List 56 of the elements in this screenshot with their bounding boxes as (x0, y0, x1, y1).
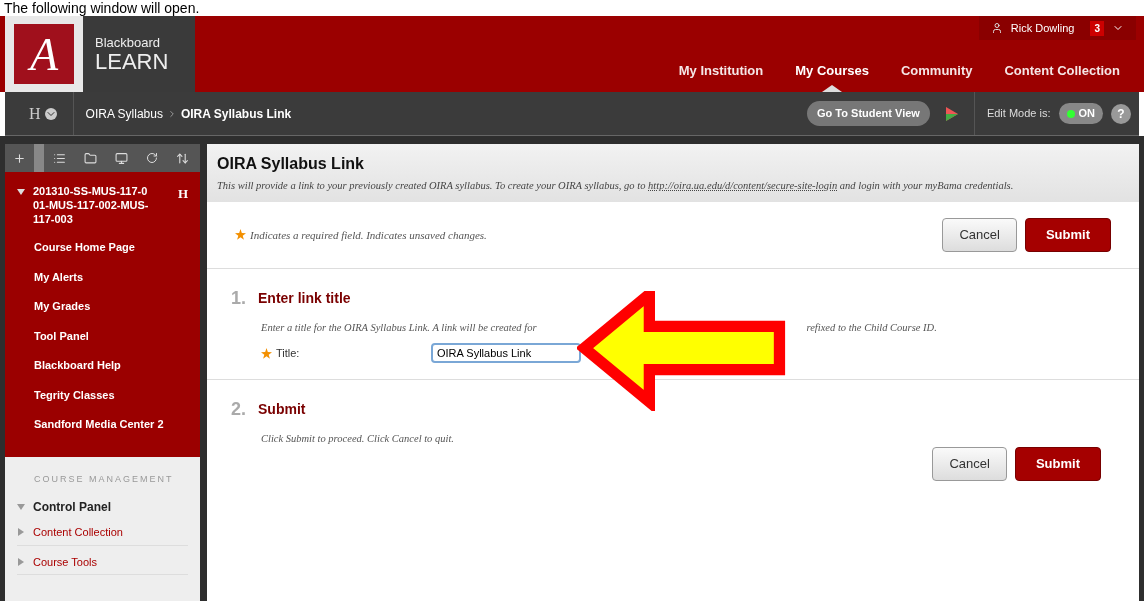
list-icon[interactable] (53, 151, 66, 165)
step-title: Enter link title (258, 288, 351, 308)
breadcrumb-item: OIRA Syllabus Link (180, 105, 292, 123)
course-menu-item[interactable]: Tool Panel (17, 327, 188, 344)
course-menu-item[interactable]: Sandford Media Center 2 (17, 416, 188, 433)
step-number: 2. (231, 398, 246, 422)
title-input-field[interactable]: OIRA Syllabus Link (431, 343, 581, 364)
home-letter[interactable]: H (29, 101, 41, 126)
edit-mode-toggle[interactable]: ON (1058, 103, 1103, 124)
control-panel-label[interactable]: Control Panel (33, 498, 111, 516)
monitor-icon[interactable] (115, 151, 128, 165)
required-star-icon (235, 229, 246, 241)
nav-tab[interactable]: Content Collection (1004, 60, 1120, 92)
collapse-triangle-icon[interactable] (17, 188, 25, 196)
submit-button[interactable]: Submit (1024, 218, 1111, 252)
required-note: Indicates a required field. Indicates unsaved changes. (250, 227, 487, 243)
course-letter: H (177, 185, 188, 203)
menu-caret-icon[interactable] (44, 107, 57, 120)
notification-count[interactable]: 3 (1090, 20, 1104, 36)
refresh-icon[interactable] (146, 152, 158, 164)
control-panel-item[interactable]: Course Tools (33, 553, 97, 570)
course-menu-item[interactable]: Tegrity Classes (17, 386, 188, 403)
toolbar-separator (34, 144, 44, 172)
folder-icon[interactable] (84, 151, 97, 165)
user-icon (990, 22, 1003, 34)
step-number: 1. (231, 286, 246, 310)
course-title[interactable]: 201310-SS-MUS-117-001-MUS-117-002-MUS-117-003 (33, 184, 153, 226)
syllabus-link[interactable]: http://oira.ua.edu/d/content/secure-site-login (648, 180, 838, 191)
sort-icon[interactable] (176, 151, 189, 165)
submit-button[interactable]: Submit (1014, 447, 1101, 481)
step-instruction: Enter a title for the OIRA Syllabus Link. A link will be created for (261, 320, 537, 335)
logo-word: Blackboard (95, 34, 162, 52)
field-label: Title: (276, 346, 300, 361)
student-view-button[interactable]: Go To Student View (807, 101, 930, 126)
step-instruction: refixed to the Child Course ID. (806, 320, 937, 335)
logo-letter: A (14, 24, 74, 84)
breadcrumb-item[interactable]: OIRA Syllabus (85, 104, 163, 123)
page-title: OIRA Syllabus Link (217, 154, 365, 174)
course-menu-item[interactable]: Course Home Page (17, 239, 188, 256)
cancel-button[interactable]: Cancel (932, 447, 1007, 481)
edit-mode-label: Edit Mode is: (986, 106, 1051, 122)
nav-tab[interactable]: Community (900, 60, 973, 92)
step-instruction: Click Submit to proceed. Click Cancel to quit. (261, 432, 454, 447)
control-panel-item[interactable]: Content Collection (33, 524, 123, 541)
caption-text: The following window will open. (3, 0, 201, 16)
course-menu-item[interactable]: My Alerts (17, 268, 188, 285)
page-description: This will provide a link to your previously created OIRA syllabus. To create your OIRA syllabus, go to http://oira.ua.edu/d/content/secure-site-login and login with your myBama credentials. (217, 179, 1015, 193)
management-heading: COURSE MANAGEMENT (33, 472, 175, 486)
add-icon[interactable] (13, 151, 26, 165)
user-name[interactable]: Rick Dowling (1010, 19, 1075, 37)
nav-tab[interactable]: My Institution (678, 60, 764, 92)
step-title: Submit (258, 400, 306, 420)
logo-word: LEARN (95, 51, 169, 74)
cancel-button[interactable]: Cancel (942, 218, 1017, 252)
course-menu-item[interactable]: Blackboard Help (17, 357, 188, 374)
course-menu-item[interactable]: My Grades (17, 298, 188, 315)
